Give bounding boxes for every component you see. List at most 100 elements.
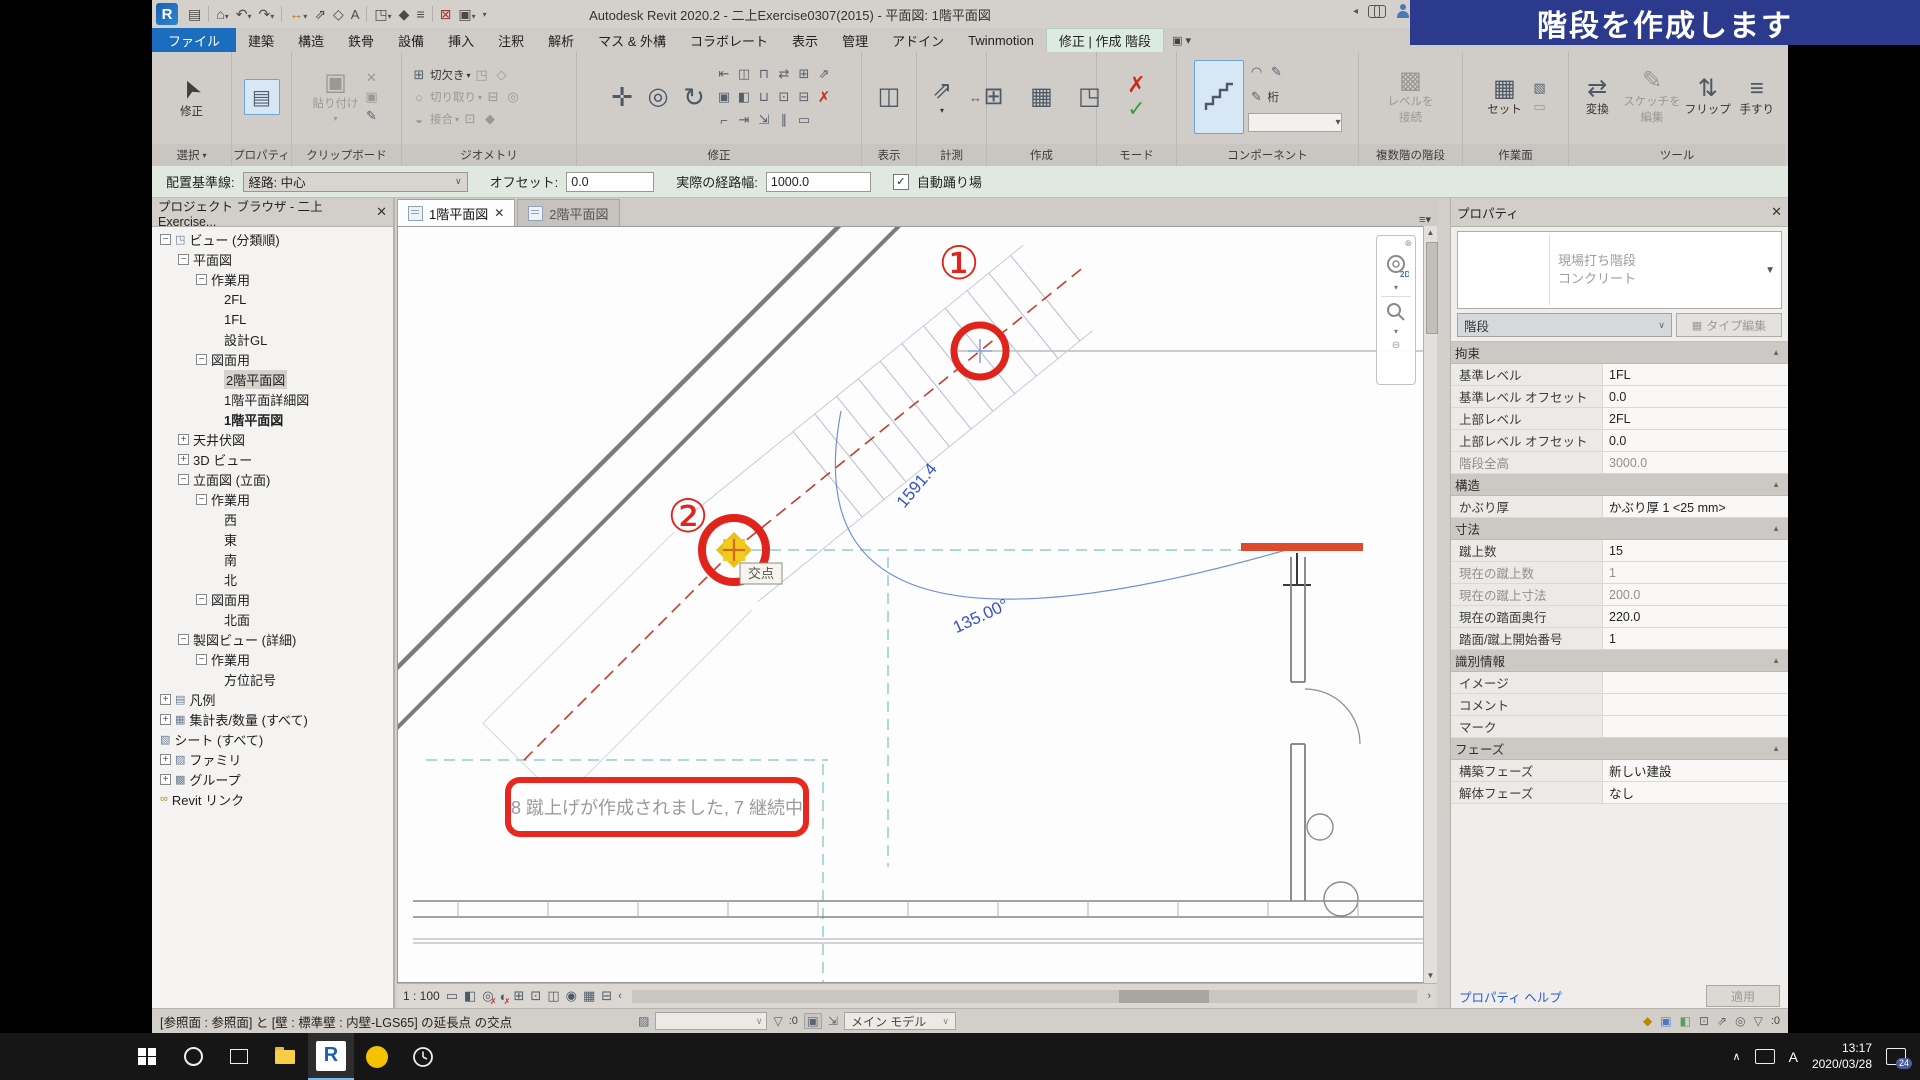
copy-icon[interactable]: ▣ <box>363 88 381 106</box>
mirror-axis-icon[interactable]: ◧ <box>735 88 753 106</box>
edit-sketch-button[interactable]: ✎スケッチを編集 <box>1623 55 1681 139</box>
collapse-icon[interactable]: − <box>178 474 189 485</box>
group-identity[interactable]: 識別情報▲ <box>1451 650 1788 672</box>
reveal-hidden-icon[interactable]: ◉ <box>566 988 577 1004</box>
tree-item-revit-links[interactable]: ∞Revit リンク <box>152 789 393 809</box>
paste-button[interactable]: ▣貼り付け▾ <box>313 55 359 139</box>
component-type-dropdown[interactable]: ▾ <box>1248 113 1342 132</box>
close-view-icon[interactable]: ✕ <box>494 206 504 220</box>
view-tab-1f-plan[interactable]: 1階平面図✕ <box>397 199 515 226</box>
start-button[interactable] <box>124 1033 170 1080</box>
collapse-icon[interactable]: − <box>196 274 207 285</box>
select-pinned-icon[interactable]: ⊡ <box>1699 1014 1709 1028</box>
tab-annotate[interactable]: 注釈 <box>486 28 536 52</box>
link-icon[interactable]: ⊟ <box>484 88 502 106</box>
tree-item-1f-plan[interactable]: 1階平面図 <box>152 409 393 429</box>
expand-icon[interactable]: + <box>178 454 189 465</box>
scroll-up-icon[interactable]: ▲ <box>1424 226 1437 240</box>
tab-insert[interactable]: 挿入 <box>436 28 486 52</box>
editable-only-filter-icon[interactable]: ▽ <box>773 1014 782 1028</box>
create-similar-button[interactable]: ⊞ <box>972 55 1016 139</box>
param-row[interactable]: 踏面/蹴上開始番号1 <box>1451 628 1788 650</box>
file-explorer-button[interactable] <box>262 1033 308 1080</box>
detail-level-icon[interactable]: ▭ <box>446 988 458 1004</box>
tab-manage[interactable]: 管理 <box>830 28 880 52</box>
trim-single-icon[interactable]: ⇥ <box>735 111 753 129</box>
expand-icon[interactable]: + <box>160 774 171 785</box>
tree-item-schedules[interactable]: +▦集計表/数量 (すべて) <box>152 709 393 729</box>
chevron-down-icon[interactable]: ▼ <box>1765 265 1775 276</box>
clock[interactable]: 13:17 2020/03/28 <box>1812 1041 1872 1072</box>
measure-button[interactable]: ⇗▾ <box>920 55 964 139</box>
trim-corner-icon[interactable]: ⌐ <box>715 111 733 129</box>
scrollbar-thumb[interactable] <box>1426 242 1438 334</box>
tab-architecture[interactable]: 建築 <box>236 28 286 52</box>
tab-twinmotion[interactable]: Twinmotion <box>956 28 1046 52</box>
settings-gear-icon[interactable]: ◎ <box>1735 1014 1745 1028</box>
trim-multi-icon[interactable]: ⇲ <box>755 111 773 129</box>
param-row[interactable]: 基準レベル オフセット0.0 <box>1451 386 1788 408</box>
tree-item-elevations[interactable]: −立面図 (立面) <box>152 469 393 489</box>
group-phasing[interactable]: フェーズ▲ <box>1451 738 1788 760</box>
landing-icon[interactable]: ◠ <box>1248 63 1266 81</box>
tab-modify-create-stair[interactable]: 修正 | 作成 階段 <box>1046 28 1164 52</box>
search-icon[interactable] <box>1368 5 1386 17</box>
param-row[interactable]: 蹴上数15 <box>1451 540 1788 562</box>
revit-taskbar-button[interactable]: R <box>308 1033 354 1080</box>
pin-icon[interactable]: ⊡ <box>775 88 793 106</box>
unpin-icon[interactable]: ⊟ <box>795 88 813 106</box>
tree-item-2f-plan[interactable]: 2階平面図 <box>152 369 393 389</box>
tab-massing-site[interactable]: マス & 外構 <box>586 28 678 52</box>
scrollbar-thumb[interactable] <box>1119 990 1209 1003</box>
tab-steel[interactable]: 鉄骨 <box>336 28 386 52</box>
auto-landing-checkbox[interactable]: ✓ <box>893 174 909 190</box>
crop-view-icon[interactable]: ⊞ <box>514 988 525 1004</box>
tree-item-elev-working[interactable]: −作業用 <box>152 489 393 509</box>
copy-element-icon[interactable]: ▣ <box>715 88 733 106</box>
view-tab-list-icon[interactable]: ≡▾ <box>1413 213 1437 226</box>
offset-button[interactable]: ◎ <box>643 55 673 139</box>
tree-item-legends[interactable]: +▤凡例 <box>152 689 393 709</box>
task-view-button[interactable] <box>216 1033 262 1080</box>
connect-levels-button[interactable]: ▩レベルを接続 <box>1388 55 1434 139</box>
properties-toggle-icon[interactable]: ▤ <box>244 79 280 115</box>
cut-icon[interactable]: ✕ <box>363 69 381 87</box>
tree-item-families[interactable]: +▨ファミリ <box>152 749 393 769</box>
tab-collaborate[interactable]: コラボレート <box>678 28 780 52</box>
create-group-button[interactable]: ▦ <box>1020 55 1064 139</box>
active-option-icon[interactable]: ⇲ <box>828 1014 838 1028</box>
girder-support-label[interactable]: 桁 <box>1268 89 1280 105</box>
group-structural[interactable]: 構造▲ <box>1451 474 1788 496</box>
apply-button[interactable]: 適用 <box>1706 985 1780 1007</box>
collapse-search-icon[interactable]: ◂ <box>1353 6 1358 17</box>
close-icon[interactable]: ✕ <box>1771 204 1782 220</box>
extend-icon[interactable]: ⊔ <box>755 88 773 106</box>
close-icon[interactable]: ✕ <box>376 204 387 220</box>
offset-input[interactable]: 0.0 <box>566 172 654 192</box>
viewer-icon[interactable]: ▭ <box>1531 98 1549 116</box>
tree-item-sheets-use[interactable]: −図面用 <box>152 349 393 369</box>
steering-wheel-icon[interactable]: 2D <box>1383 253 1409 279</box>
demolish-icon[interactable]: ◎ <box>504 88 522 106</box>
selection-filter-icon[interactable]: ▽ <box>1754 1014 1763 1028</box>
tree-item-1f-detail-plan[interactable]: 1階平面詳細図 <box>152 389 393 409</box>
param-row[interactable]: コメント <box>1451 694 1788 716</box>
zoom-icon[interactable] <box>1385 301 1407 323</box>
expand-icon[interactable]: + <box>178 434 189 445</box>
collapse-icon[interactable]: − <box>196 494 207 505</box>
move-button[interactable]: ✛ <box>605 55 639 139</box>
tree-item-north-face[interactable]: 北面 <box>152 609 393 629</box>
group-dimensions[interactable]: 寸法▲ <box>1451 518 1788 540</box>
tab-structure[interactable]: 構造 <box>286 28 336 52</box>
worksets-dropdown[interactable]: ∨ <box>655 1012 767 1030</box>
tree-item-drafting-views[interactable]: −製図ビュー (詳細) <box>152 629 393 649</box>
design-option-dropdown[interactable]: メイン モデル∨ <box>844 1012 956 1030</box>
param-row[interactable]: 上部レベル2FL <box>1451 408 1788 430</box>
tree-item-north-symbol[interactable]: 方位記号 <box>152 669 393 689</box>
ribbon-display-toggle[interactable]: ▣ ▾ <box>1172 28 1191 52</box>
clock-app-button[interactable] <box>400 1033 446 1080</box>
finish-stair-icon[interactable]: ✓ <box>1128 100 1146 118</box>
close-navbar-icon[interactable]: ⊗ <box>1404 238 1412 249</box>
collapse-icon[interactable]: − <box>196 654 207 665</box>
tab-systems[interactable]: 設備 <box>386 28 436 52</box>
